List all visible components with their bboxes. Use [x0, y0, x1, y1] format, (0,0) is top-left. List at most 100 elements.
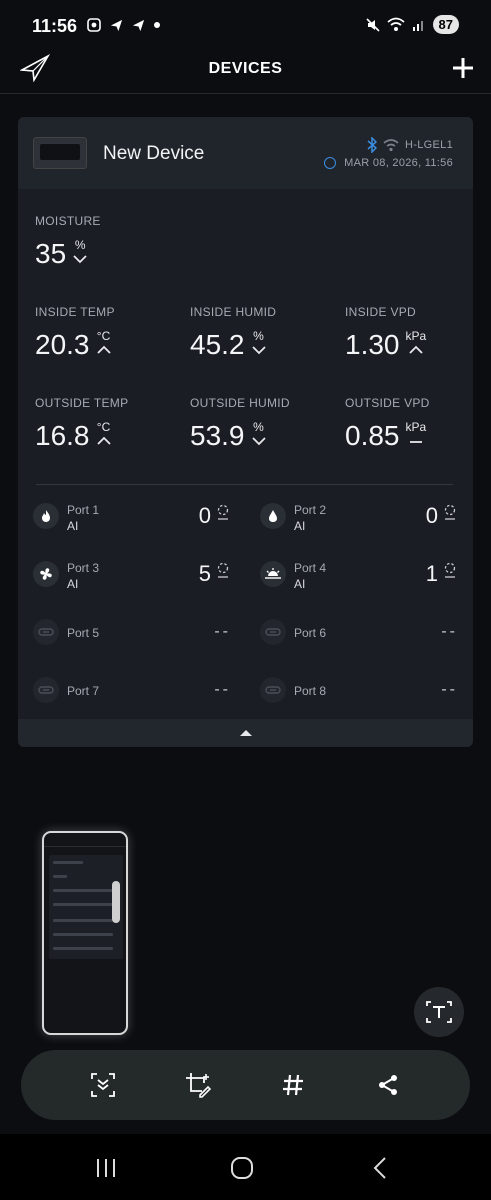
back-icon	[373, 1157, 386, 1179]
trend-up-icon	[96, 345, 111, 354]
trend-up-icon	[96, 436, 111, 445]
trend-flat-icon	[409, 441, 422, 443]
scroll-capture-button[interactable]	[87, 1069, 119, 1101]
screen-record-icon	[87, 18, 101, 32]
back-button[interactable]	[360, 1154, 400, 1182]
speed-indicator-icon	[444, 504, 456, 520]
recent-apps-icon	[97, 1159, 115, 1177]
metric-value: 45.2	[190, 329, 245, 360]
port-6[interactable]: Port 6 --	[260, 619, 460, 663]
port-name: Port 8	[294, 684, 327, 698]
wifi-icon	[383, 138, 399, 151]
connection-status: H-LGEL1	[367, 137, 453, 153]
add-device-button[interactable]	[449, 54, 477, 82]
trend-down-icon	[251, 437, 266, 446]
home-button[interactable]	[222, 1154, 262, 1182]
metric-unit: %	[74, 238, 86, 252]
port-7[interactable]: Port 7 --	[33, 677, 233, 721]
speed-indicator-icon	[217, 504, 229, 520]
hashtag-button[interactable]	[277, 1069, 309, 1101]
port-mode: AI	[67, 577, 79, 591]
metric-inside-vpd: INSIDE VPD 1.30 kPa	[345, 305, 426, 361]
metric-label: OUTSIDE TEMP	[35, 396, 129, 410]
speed-indicator-icon	[444, 562, 456, 578]
metric-moisture: MOISTURE 35 %	[35, 214, 101, 270]
port-mode: AI	[67, 519, 79, 533]
home-icon	[231, 1157, 253, 1179]
trend-up-icon	[409, 345, 423, 354]
port-8[interactable]: Port 8 --	[260, 677, 460, 721]
chevron-up-icon	[239, 730, 252, 736]
screenshot-toolbar	[21, 1050, 470, 1120]
unplugged-icon	[33, 619, 59, 645]
port-name: Port 5	[67, 626, 100, 640]
crop-handle[interactable]	[112, 881, 120, 923]
metric-label: INSIDE HUMID	[190, 305, 277, 319]
port-3[interactable]: Port 3 AI 5	[33, 561, 233, 605]
metric-unit: %	[253, 329, 264, 343]
port-level: 5	[198, 561, 211, 586]
metric-outside-temp: OUTSIDE TEMP 16.8 °C	[35, 396, 128, 452]
collapse-card-button[interactable]	[18, 719, 473, 747]
recent-apps-button[interactable]	[86, 1154, 126, 1182]
app-header: DEVICES	[0, 44, 491, 94]
port-level: --	[441, 681, 458, 698]
flame-icon	[33, 503, 59, 529]
metric-unit: °C	[96, 420, 111, 434]
port-4[interactable]: Port 4 AI 1	[260, 561, 460, 605]
crop-edit-button[interactable]	[182, 1069, 214, 1101]
metric-value: 53.9	[190, 420, 245, 451]
metric-outside-humid: OUTSIDE HUMID 53.9 %	[190, 396, 290, 452]
port-level: --	[214, 623, 231, 640]
metric-inside-humid: INSIDE HUMID 45.2 %	[190, 305, 276, 361]
status-time: 11:56	[32, 16, 78, 36]
thumbnail-nav	[44, 1023, 126, 1029]
device-image	[33, 137, 87, 169]
port-1[interactable]: Port 1 AI 0	[33, 503, 233, 547]
metric-outside-vpd: OUTSIDE VPD 0.85 kPa	[345, 396, 430, 452]
port-level: 0	[425, 503, 438, 528]
device-card[interactable]: New Device H-LGEL1 MAR 08, 2026, 11:56 M…	[18, 117, 473, 747]
send-icon	[110, 19, 123, 31]
metric-value: 16.8	[35, 420, 90, 451]
screenshot-preview[interactable]	[42, 831, 128, 1035]
port-name: Port 1	[67, 503, 100, 517]
metric-label: OUTSIDE VPD	[345, 396, 430, 410]
wifi-icon	[386, 17, 405, 31]
metric-label: MOISTURE	[35, 214, 101, 228]
metric-label: INSIDE VPD	[345, 305, 417, 319]
port-name: Port 7	[67, 684, 100, 698]
mute-icon	[365, 17, 380, 32]
device-card-header[interactable]: New Device H-LGEL1 MAR 08, 2026, 11:56	[18, 117, 473, 189]
text-scan-icon	[426, 1001, 452, 1023]
metric-unit: kPa	[405, 329, 427, 343]
fan-icon	[33, 561, 59, 587]
grow-light-icon	[260, 561, 286, 587]
signal-icon	[412, 20, 423, 31]
port-mode: AI	[294, 577, 306, 591]
unplugged-icon	[260, 677, 286, 703]
page-title: DEVICES	[208, 60, 283, 77]
crop-edit-icon	[186, 1073, 212, 1098]
extract-text-button[interactable]	[414, 987, 464, 1037]
hashtag-icon	[283, 1074, 303, 1096]
metric-unit: %	[253, 420, 264, 434]
unplugged-icon	[33, 677, 59, 703]
metric-value: 0.85	[345, 420, 400, 451]
port-level: --	[441, 623, 458, 640]
port-name: Port 6	[294, 626, 327, 640]
port-name: Port 2	[294, 503, 327, 517]
system-icons: 87	[365, 15, 459, 34]
trend-down-icon	[73, 255, 87, 264]
port-level: --	[214, 681, 231, 698]
water-drop-icon	[260, 503, 286, 529]
metric-label: INSIDE TEMP	[35, 305, 115, 319]
port-5[interactable]: Port 5 --	[33, 619, 233, 663]
metric-value: 1.30	[345, 329, 400, 360]
share-button[interactable]	[372, 1069, 404, 1101]
metric-inside-temp: INSIDE TEMP 20.3 °C	[35, 305, 115, 361]
sync-status-icon	[324, 157, 337, 169]
send-icon	[132, 19, 145, 31]
port-2[interactable]: Port 2 AI 0	[260, 503, 460, 547]
last-sync-time: MAR 08, 2026, 11:56	[344, 157, 453, 169]
